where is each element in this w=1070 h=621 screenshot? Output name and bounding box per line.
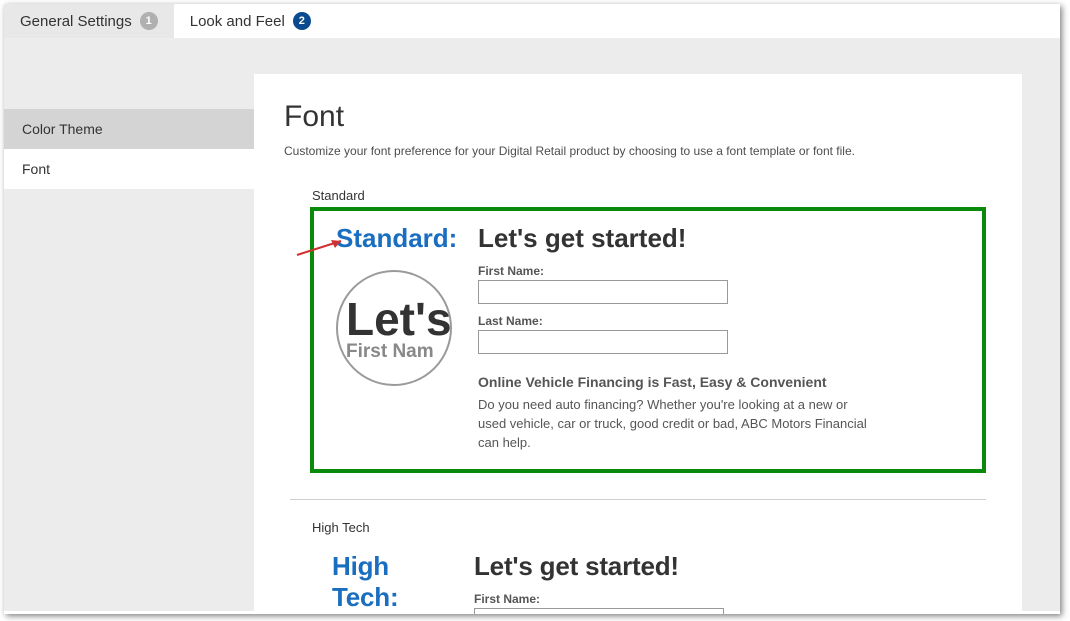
preview-headline: Let's get started! [474, 551, 968, 582]
option-divider [290, 499, 986, 500]
preview-paragraph: Do you need auto financing? Whether you'… [478, 396, 878, 453]
preview-body: Let's get started! First Name: Last Name… [478, 223, 964, 453]
tab-label: General Settings [20, 13, 132, 30]
sidebar-item-label: Color Theme [22, 121, 103, 137]
content-panel: Font Customize your font preference for … [254, 74, 1022, 614]
main-area: Color Theme Font Font Customize your fon… [4, 39, 1060, 611]
magnifier-preview: Let's First Nam [336, 264, 466, 386]
tab-badge: 1 [140, 12, 158, 30]
magnifier-circle-icon: Let's First Nam [336, 270, 452, 386]
preview-bold-line: Online Vehicle Financing is Fast, Easy &… [478, 374, 964, 390]
font-option-hightech[interactable]: High Tech: Let' Let's get started! First… [310, 539, 986, 614]
page-title: Font [284, 100, 992, 134]
preview-headline: Let's get started! [478, 223, 964, 254]
sidebar: Color Theme Font [4, 39, 254, 611]
first-name-label: First Name: [478, 264, 964, 278]
sidebar-item-color-theme[interactable]: Color Theme [4, 109, 254, 149]
sidebar-item-font[interactable]: Font [4, 149, 254, 189]
last-name-input[interactable] [478, 330, 728, 354]
sidebar-item-label: Font [22, 161, 50, 177]
font-option-standard[interactable]: Standard: Let's First Nam Let's get star… [310, 207, 986, 473]
template-name: High Tech: [332, 551, 462, 613]
magnifier-small-text: First Nam [346, 342, 450, 361]
first-name-label: First Name: [474, 592, 968, 606]
first-name-input[interactable] [474, 608, 724, 614]
last-name-label: Last Name: [478, 314, 964, 328]
page-subtitle: Customize your font preference for your … [284, 144, 992, 158]
tab-label: Look and Feel [190, 13, 285, 30]
option-label-hightech: High Tech [312, 520, 992, 535]
preview-body: Let's get started! First Name: Last Name… [474, 551, 968, 614]
first-name-input[interactable] [478, 280, 728, 304]
tab-badge: 2 [293, 12, 311, 30]
option-label-standard: Standard [312, 188, 992, 203]
magnifier-big-text: Let's [346, 296, 450, 342]
template-name: Standard: [336, 223, 457, 254]
tabs-bar: General Settings 1 Look and Feel 2 [4, 4, 1060, 39]
tab-general-settings[interactable]: General Settings 1 [4, 4, 174, 38]
tab-look-and-feel[interactable]: Look and Feel 2 [174, 4, 327, 38]
